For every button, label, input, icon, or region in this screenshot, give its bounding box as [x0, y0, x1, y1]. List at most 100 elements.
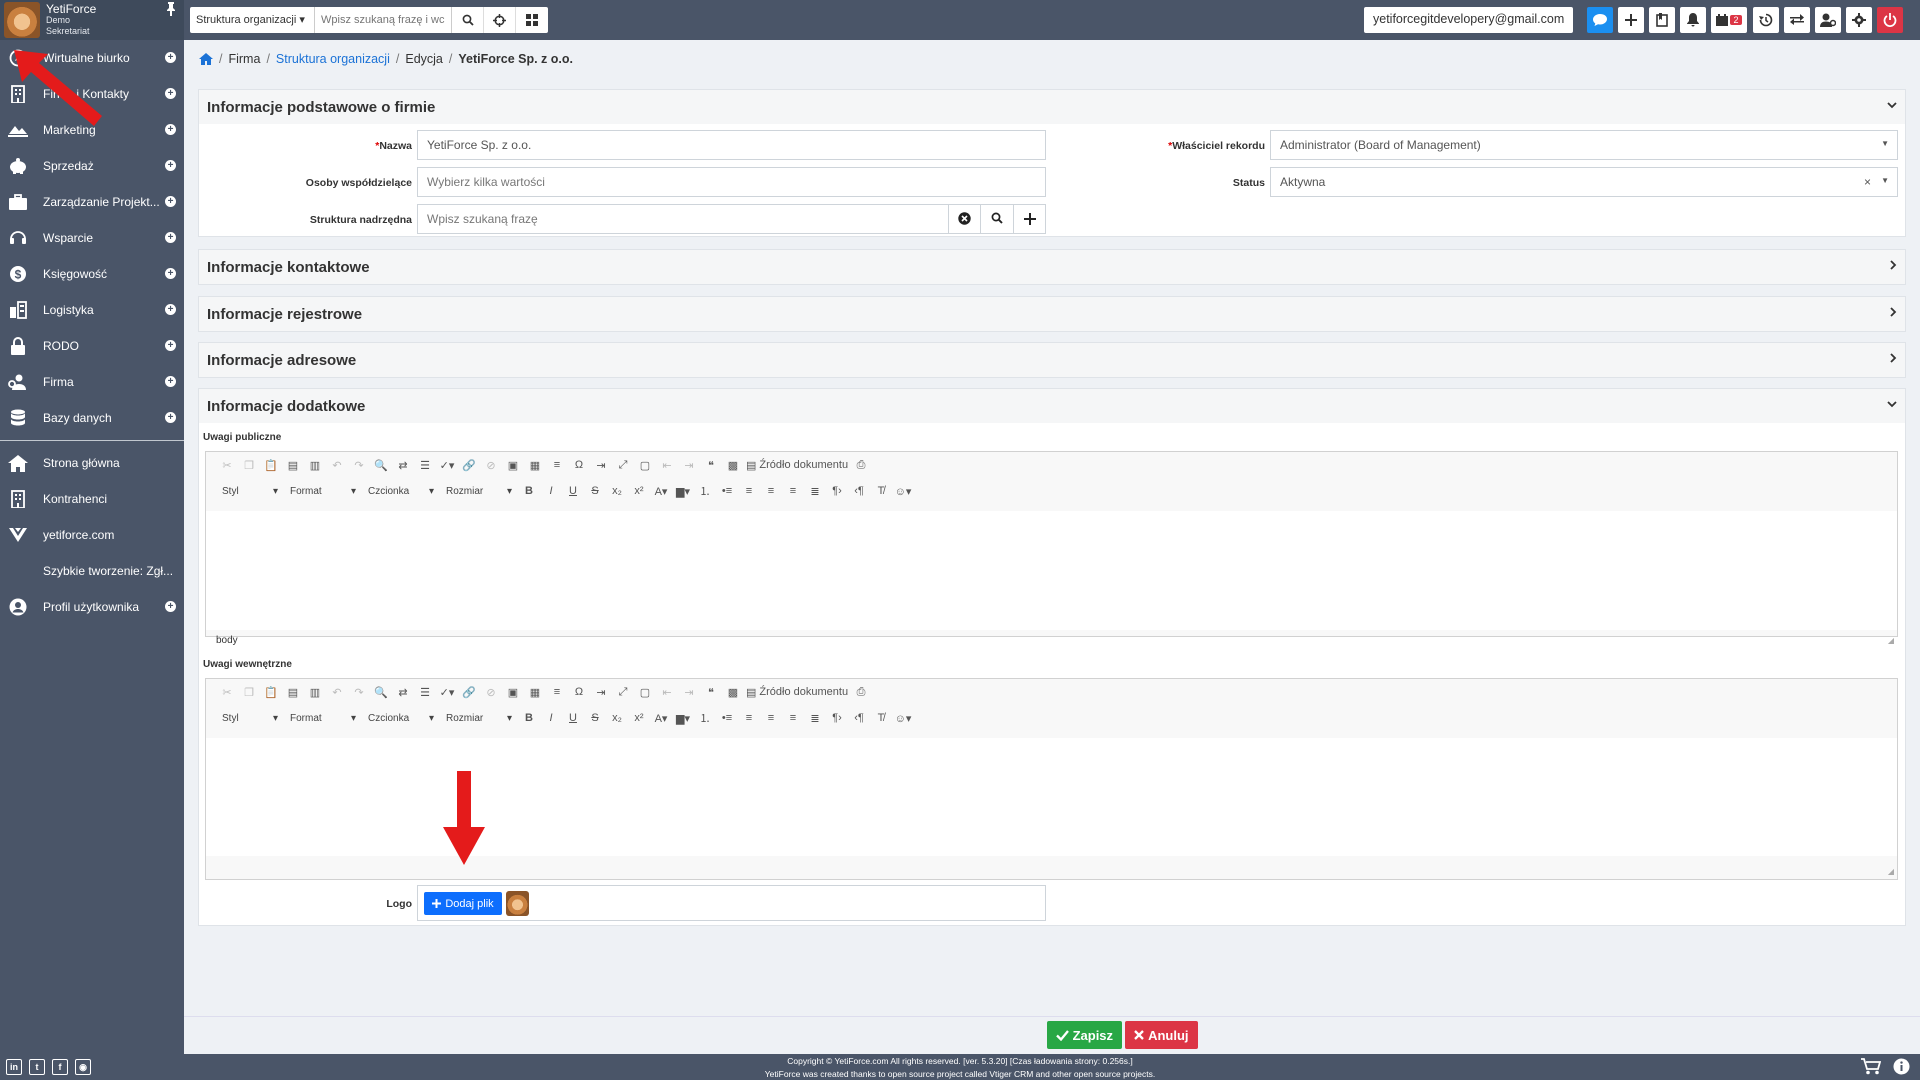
public-notes-text-area[interactable]	[206, 511, 1897, 630]
format-combo[interactable]: Format ▾	[286, 709, 360, 727]
name-field[interactable]: YetiForce Sp. z o.o.	[417, 130, 1046, 160]
justify-icon[interactable]: ≣	[806, 482, 824, 500]
size-combo[interactable]: Rozmiar ▾	[442, 482, 516, 500]
plus-circle-icon[interactable]: +	[165, 124, 176, 135]
numbered-list-icon[interactable]: ⒈	[696, 482, 714, 500]
underline-icon[interactable]: U	[564, 482, 582, 500]
align-center-icon[interactable]: ≡	[762, 709, 780, 727]
resize-handle-icon[interactable]: ◢	[1888, 867, 1894, 876]
plus-circle-icon[interactable]: +	[165, 601, 176, 612]
copy-icon[interactable]: ❐	[240, 683, 258, 701]
emoji-icon[interactable]: ☺▾	[894, 709, 912, 727]
plus-circle-icon[interactable]: +	[165, 160, 176, 171]
switch-icon[interactable]	[1784, 7, 1810, 33]
crosshair-icon[interactable]	[484, 7, 516, 33]
redo-icon[interactable]: ↷	[350, 683, 368, 701]
plus-circle-icon[interactable]: +	[165, 52, 176, 63]
paste-icon[interactable]: 📋	[262, 456, 280, 474]
hr-icon[interactable]: ≡	[548, 456, 566, 474]
block-address[interactable]: Informacje adresowe	[198, 342, 1906, 378]
sidebar-item-zarządzanie-projekt[interactable]: Zarządzanie Projekt... +	[0, 184, 184, 220]
table-icon[interactable]: ▦	[526, 456, 544, 474]
block-additional-header[interactable]: Informacje dodatkowe	[199, 389, 1905, 423]
align-right-icon[interactable]: ≡	[784, 482, 802, 500]
cut-icon[interactable]: ✂	[218, 456, 236, 474]
sidebar-item-strona-główna[interactable]: Strona główna	[0, 445, 184, 481]
sidebar-item-wsparcie[interactable]: Wsparcie +	[0, 220, 184, 256]
sidebar-item-logistyka[interactable]: Logistyka +	[0, 292, 184, 328]
chat-icon[interactable]	[1587, 7, 1613, 33]
outdent-icon[interactable]: ⇤	[658, 456, 676, 474]
plus-circle-icon[interactable]: +	[165, 376, 176, 387]
rtl-icon[interactable]: ‹¶	[850, 482, 868, 500]
indent-icon[interactable]: ⇥	[680, 456, 698, 474]
text-color-icon[interactable]: A▾	[652, 709, 670, 727]
outdent-icon[interactable]: ⇤	[658, 683, 676, 701]
strike-icon[interactable]: S	[586, 709, 604, 727]
indent-icon[interactable]: ⇥	[680, 683, 698, 701]
github-icon[interactable]: ◉	[75, 1059, 91, 1075]
plus-circle-icon[interactable]: +	[165, 232, 176, 243]
ltr-icon[interactable]: ¶›	[828, 482, 846, 500]
cut-icon[interactable]: ✂	[218, 683, 236, 701]
print-icon[interactable]: ⎙	[852, 683, 870, 701]
find-icon[interactable]: 🔍	[372, 456, 390, 474]
subscript-icon[interactable]: x₂	[608, 482, 626, 500]
notifications-icon[interactable]	[1680, 7, 1706, 33]
link-icon[interactable]: 🔗	[460, 456, 478, 474]
save-button[interactable]: Zapisz	[1047, 1021, 1122, 1049]
superscript-icon[interactable]: x²	[630, 482, 648, 500]
info-icon[interactable]	[1893, 1058, 1910, 1078]
link-icon[interactable]: 🔗	[460, 683, 478, 701]
close-icon[interactable]: ×	[1864, 175, 1871, 189]
remove-format-icon[interactable]: T̸	[872, 709, 890, 727]
sidebar-item-rodo[interactable]: RODO +	[0, 328, 184, 364]
special-char-icon[interactable]: Ω	[570, 683, 588, 701]
spellcheck-icon[interactable]: ✓▾	[438, 683, 456, 701]
format-combo[interactable]: Format ▾	[286, 482, 360, 500]
select-all-icon[interactable]: ☰	[416, 683, 434, 701]
search-input[interactable]	[315, 7, 452, 33]
sidebar-item-firma[interactable]: Firma +	[0, 364, 184, 400]
font-combo[interactable]: Czcionka ▾	[364, 482, 438, 500]
quick-create-icon[interactable]	[1618, 7, 1644, 33]
sidebar-item-szybkie-tworzenie-zgł[interactable]: Szybkie tworzenie: Zgł...	[0, 553, 184, 589]
special-char-icon[interactable]: Ω	[570, 456, 588, 474]
bullet-list-icon[interactable]: •≡	[718, 709, 736, 727]
maximize-icon[interactable]: ⤢	[614, 456, 632, 474]
source-icon[interactable]: ▤ Źródło dokumentu	[746, 683, 848, 701]
breadcrumb-struktura[interactable]: Struktura organizacji	[276, 52, 390, 66]
bg-color-icon[interactable]: ▆▾	[674, 482, 692, 500]
paste-word-icon[interactable]: ▥	[306, 456, 324, 474]
block-contact[interactable]: Informacje kontaktowe	[198, 249, 1906, 285]
div-icon[interactable]: ▩	[724, 456, 742, 474]
sidebar-item-profil-użytkownika[interactable]: Profil użytkownika +	[0, 589, 184, 625]
align-center-icon[interactable]: ≡	[762, 482, 780, 500]
font-combo[interactable]: Czcionka ▾	[364, 709, 438, 727]
strike-icon[interactable]: S	[586, 482, 604, 500]
italic-icon[interactable]: I	[542, 482, 560, 500]
copy-icon[interactable]: ❐	[240, 456, 258, 474]
page-break-icon[interactable]: ⇥	[592, 456, 610, 474]
shared-users-field[interactable]: Wybierz kilka wartości	[417, 167, 1046, 197]
pin-icon[interactable]	[166, 2, 176, 19]
spellcheck-icon[interactable]: ✓▾	[438, 456, 456, 474]
replace-icon[interactable]: ⇄	[394, 683, 412, 701]
select-all-icon[interactable]: ☰	[416, 456, 434, 474]
align-right-icon[interactable]: ≡	[784, 709, 802, 727]
parent-structure-field[interactable]: Wpisz szukaną frazę	[417, 204, 949, 234]
home-icon[interactable]	[199, 53, 213, 65]
ltr-icon[interactable]: ¶›	[828, 709, 846, 727]
subscript-icon[interactable]: x₂	[608, 709, 626, 727]
paste-text-icon[interactable]: ▤	[284, 683, 302, 701]
blockquote-icon[interactable]: ❝	[702, 456, 720, 474]
bg-color-icon[interactable]: ▆▾	[674, 709, 692, 727]
paste-icon[interactable]: 📋	[262, 683, 280, 701]
redo-icon[interactable]: ↷	[350, 456, 368, 474]
sidebar-item-sprzedaż[interactable]: Sprzedaż +	[0, 148, 184, 184]
bookmarks-icon[interactable]	[1649, 7, 1675, 33]
owner-select[interactable]: Administrator (Board of Management) ▼	[1270, 130, 1898, 160]
bold-icon[interactable]: B	[520, 482, 538, 500]
bullet-list-icon[interactable]: •≡	[718, 482, 736, 500]
bold-icon[interactable]: B	[520, 709, 538, 727]
